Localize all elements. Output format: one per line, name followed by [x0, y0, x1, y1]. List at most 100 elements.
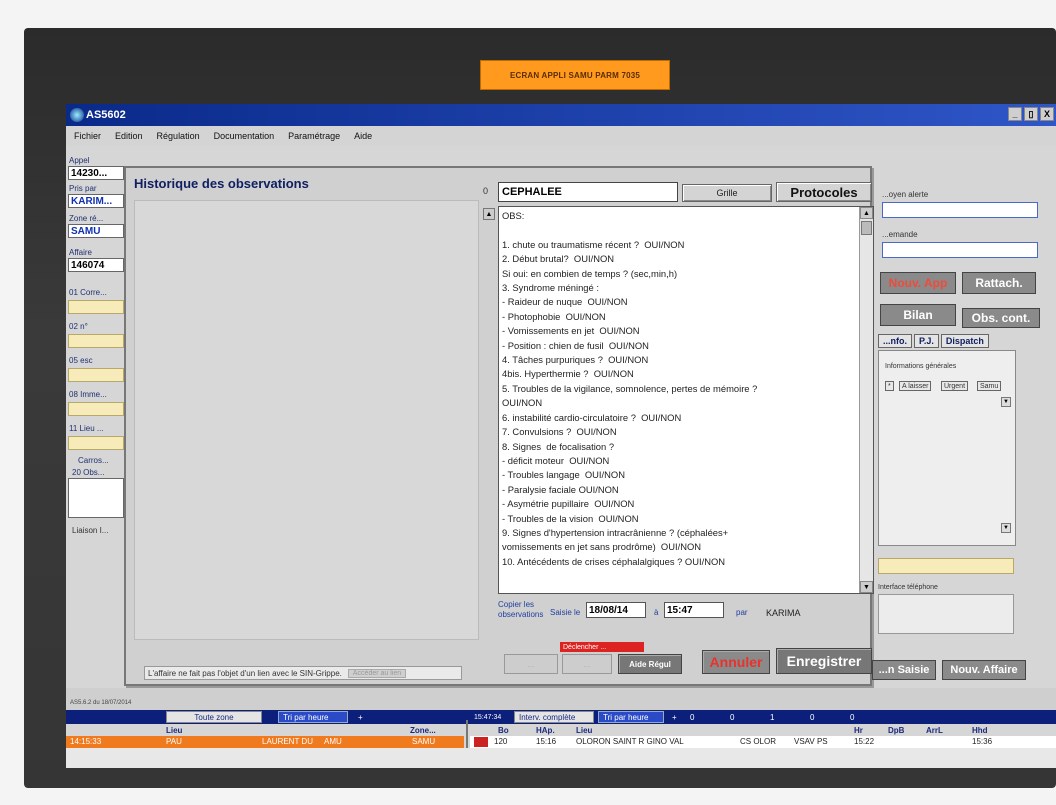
f02-field[interactable] — [68, 334, 124, 348]
motif-field[interactable]: CEPHALEE — [498, 182, 678, 202]
obs-line: - Troubles de la vision OUI/NON — [502, 512, 639, 524]
interv-complete-filter[interactable]: Interv. complète — [514, 711, 594, 723]
right-yellow-field[interactable] — [878, 558, 1014, 574]
f08-field[interactable] — [68, 402, 124, 416]
disabled-button-2[interactable]: ... — [562, 654, 612, 674]
plus-left-icon[interactable]: + — [354, 711, 368, 723]
scroll-thumb[interactable] — [861, 221, 872, 235]
nouv-app-button[interactable]: Nouv. App — [880, 272, 956, 294]
app-screen: AS5602 _ ▯ X Fichier Edition Régulation … — [66, 104, 1056, 768]
f08-label: 08 Imme... — [69, 390, 107, 399]
f20-field[interactable] — [68, 478, 124, 518]
minimize-button[interactable]: _ — [1008, 107, 1022, 121]
counter-2: 0 — [730, 712, 735, 722]
f05-field[interactable] — [68, 368, 124, 382]
close-button[interactable]: X — [1040, 107, 1054, 121]
zone-label: Zone ré... — [69, 214, 104, 223]
zone-field[interactable]: SAMU — [68, 224, 124, 238]
right-row-vehicle: VSAV PS — [794, 737, 828, 746]
copier-observations-label[interactable]: Copier les observations — [498, 600, 543, 620]
dialog-title: Historique des observations — [134, 176, 309, 191]
mini-urgent-button[interactable]: Urgent — [941, 381, 969, 391]
fin-saisie-button[interactable]: ...n Saisie — [872, 660, 936, 680]
window-titlebar: AS5602 _ ▯ X — [66, 104, 1056, 126]
obs-cont-button[interactable]: Obs. cont. — [962, 308, 1040, 328]
plus-right-icon[interactable]: + — [668, 711, 680, 723]
grille-button[interactable]: Grille — [682, 184, 772, 202]
appel-field[interactable]: 14230... — [68, 166, 124, 180]
annuler-button[interactable]: Annuler — [702, 650, 770, 674]
obs-line — [502, 223, 856, 237]
acceder-lien-button[interactable]: Accéder au lien — [347, 668, 407, 678]
nouv-affaire-button[interactable]: Nouv. Affaire — [942, 660, 1026, 680]
disabled-button-1[interactable]: ... — [504, 654, 558, 674]
tab-dispatch[interactable]: Dispatch — [940, 334, 989, 348]
observations-dialog: Historique des observations 0 ▲ CEPHALEE… — [124, 166, 874, 686]
table-row[interactable]: 120 15:16 OLORON SAINT R GINO VAL CS OLO… — [470, 736, 1056, 748]
info-scroll-down-icon[interactable]: ▼ — [1001, 523, 1011, 533]
vehicle-icon — [474, 737, 488, 747]
menu-documentation[interactable]: Documentation — [214, 131, 275, 141]
demande-field[interactable] — [882, 242, 1038, 258]
enregistrer-button[interactable]: Enregistrer — [776, 648, 872, 674]
obs-line: - Raideur de nuque OUI/NON — [502, 296, 628, 308]
affaire-field[interactable]: 146074 — [68, 258, 124, 272]
obs-line: 6. instabilité cardio-circulatoire ? OUI… — [502, 411, 682, 423]
mini-samu-button[interactable]: Samu — [977, 381, 1002, 391]
f11-field[interactable] — [68, 436, 124, 450]
obs-line: - Vomissements en jet OUI/NON — [502, 325, 640, 337]
saisie-time-field[interactable]: 15:47 — [664, 602, 724, 618]
menu-fichier[interactable]: Fichier — [74, 131, 101, 141]
left-form-column: Appel 14230... Pris par KARIM... Zone ré… — [66, 150, 124, 690]
mini-alaisser-button[interactable]: A laisser — [899, 381, 932, 391]
right-col-header-arrl: ArrL — [926, 726, 943, 735]
moyen-alerte-field[interactable] — [882, 202, 1038, 218]
tri-heure-left[interactable]: Tri par heure — [278, 711, 348, 723]
menu-edition[interactable]: Edition — [115, 131, 143, 141]
appel-label: Appel — [69, 156, 90, 165]
menu-parametrage[interactable]: Paramétrage — [288, 131, 340, 141]
carros-label: Carros... — [78, 456, 109, 465]
obs-line: - déficit moteur OUI/NON — [502, 454, 610, 466]
mini-star-button[interactable]: * — [885, 381, 894, 391]
moyen-alerte-label: ...oyen alerte — [882, 190, 929, 199]
toute-zone-filter[interactable]: Toute zone — [166, 711, 262, 723]
observations-textarea[interactable]: OBS: 1. chute ou traumatisme récent ? OU… — [498, 206, 874, 594]
obs-line: 9. Signes d'hypertension intracrânienne … — [502, 526, 729, 538]
obs-scrollbar[interactable]: ▲ ▼ — [859, 207, 873, 593]
interface-telephone-area[interactable] — [878, 594, 1014, 634]
info-title: Informations générales — [885, 363, 957, 370]
obs-line: - Troubles langage OUI/NON — [502, 469, 625, 481]
menu-aide[interactable]: Aide — [354, 131, 372, 141]
par-value: KARIMA — [766, 608, 801, 618]
liaison-label: Liaison I... — [72, 526, 109, 535]
menu-regulation[interactable]: Régulation — [157, 131, 200, 141]
pris-par-field[interactable]: KARIM... — [68, 194, 124, 208]
obs-line: vomissements en jet sans prodrôme) OUI/N… — [502, 541, 702, 553]
bilan-button[interactable]: Bilan — [880, 304, 956, 326]
affaire-label: Affaire — [69, 248, 92, 257]
tri-heure-right[interactable]: Tri par heure — [598, 711, 664, 723]
declencher-label[interactable]: Déclencher ... — [560, 642, 644, 652]
obs-line: 7. Convulsions ? OUI/NON — [502, 426, 617, 438]
left-row-type: AMU — [324, 737, 342, 746]
protocoles-button[interactable]: Protocoles — [776, 182, 872, 202]
tab-info[interactable]: ...nfo. — [878, 334, 912, 348]
obs-line: Si oui: en combien de temps ? (sec,min,h… — [502, 267, 678, 279]
observations-text: OBS: 1. chute ou traumatisme récent ? OU… — [502, 209, 856, 569]
left-row-lieu: PAU — [166, 737, 182, 746]
maximize-button[interactable]: ▯ — [1024, 107, 1038, 121]
rattach-button[interactable]: Rattach. — [962, 272, 1036, 294]
table-row[interactable]: 14:15:33 PAU LAURENT DU AMU SAMU — [66, 736, 464, 748]
right-row-cs: CS OLOR — [740, 737, 777, 746]
aide-regul-button[interactable]: Aide Régul — [618, 654, 682, 674]
saisie-label: Saisie le — [550, 608, 581, 617]
tab-pj[interactable]: P.J. — [914, 334, 939, 348]
info-dropdown-icon[interactable]: ▼ — [1001, 397, 1011, 407]
right-col-header-lieu: Lieu — [576, 726, 593, 735]
history-scroll-up-icon[interactable]: ▲ — [483, 208, 495, 220]
f01-field[interactable] — [68, 300, 124, 314]
monitor-sticker: ECRAN APPLI SAMU PARM 7035 — [480, 60, 670, 90]
saisie-date-field[interactable]: 18/08/14 — [586, 602, 646, 618]
left-row-zone: SAMU — [412, 737, 436, 746]
